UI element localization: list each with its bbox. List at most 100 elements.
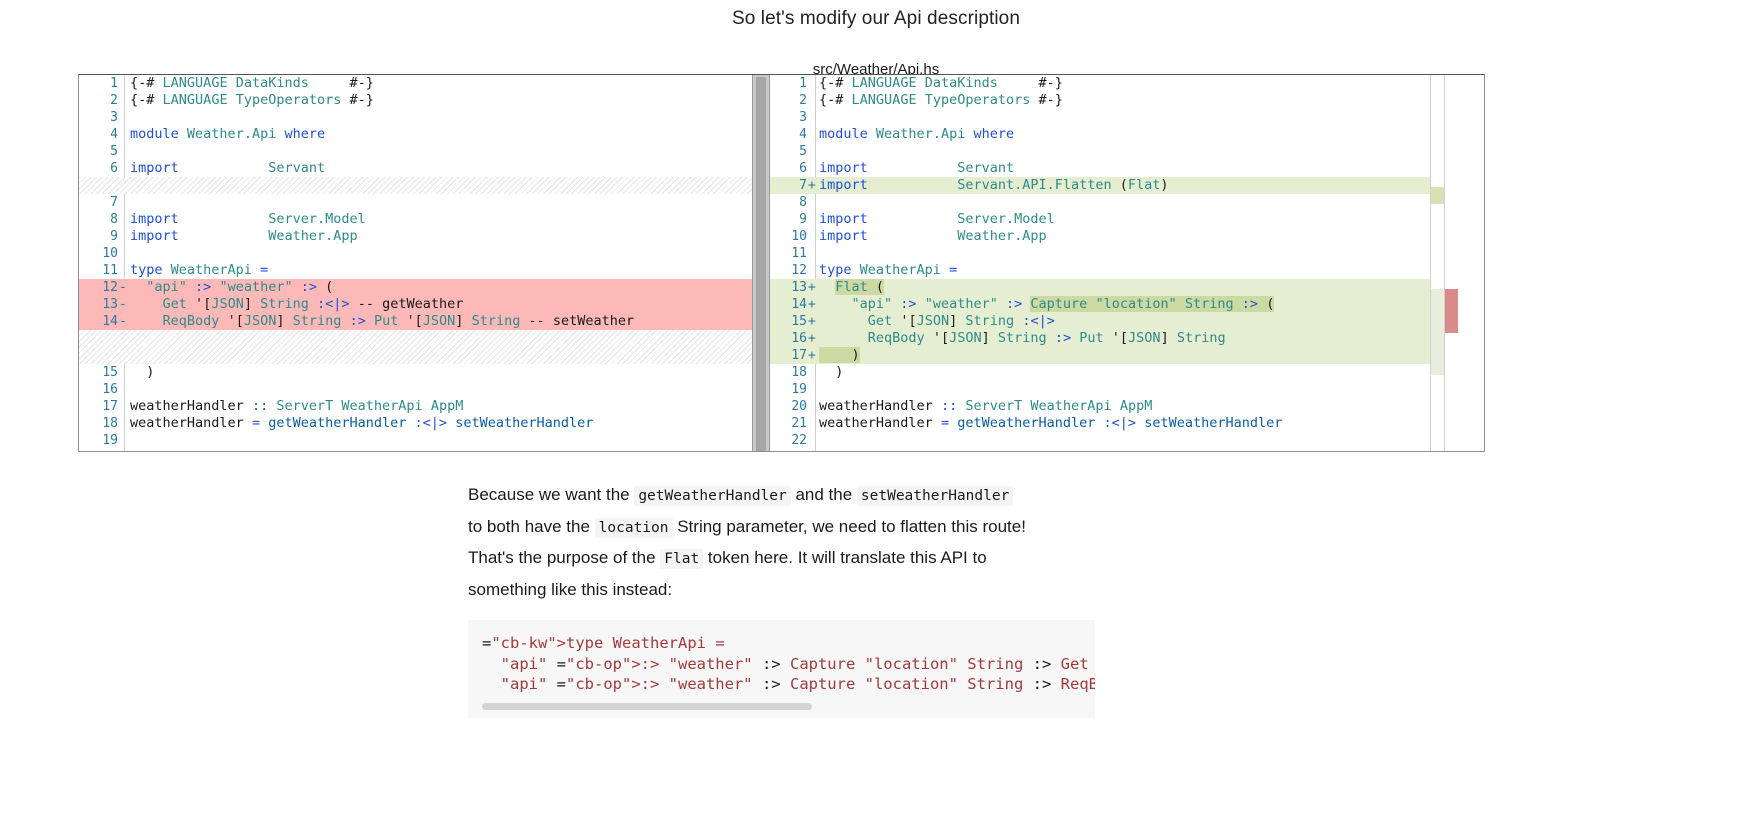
- code-lines-original[interactable]: 1 {-# LANGUAGE DataKinds #-} 2 {-# LANGUAGE…: [79, 75, 752, 449]
- code-line[interactable]: [79, 347, 752, 364]
- code-text: import Server.Model: [130, 211, 366, 227]
- code-line[interactable]: 18 ): [770, 364, 1430, 381]
- code-line[interactable]: 15 + Get '[JSON] String :<|>: [770, 313, 1430, 330]
- code-line[interactable]: 8 import Server.Model: [79, 211, 752, 228]
- diff-pane-original[interactable]: 1 {-# LANGUAGE DataKinds #-} 2 {-# LANGUAGE…: [79, 75, 752, 451]
- code-line[interactable]: 12- "api" :> "weather" :> (: [79, 279, 752, 296]
- code-text: ): [146, 364, 155, 380]
- code-line[interactable]: 8: [770, 194, 1430, 211]
- diff-sign: +: [808, 331, 816, 346]
- code-text: {-# LANGUAGE TypeOperators #-}: [130, 92, 374, 108]
- overview-ruler[interactable]: [1430, 75, 1444, 451]
- code-line[interactable]: 10 import Weather.App: [770, 228, 1430, 245]
- code-line[interactable]: 1 {-# LANGUAGE DataKinds #-}: [79, 75, 752, 92]
- code-line[interactable]: 11: [770, 245, 1430, 262]
- code-line[interactable]: 13- Get '[JSON] String :<|> -- getWeathe…: [79, 296, 752, 313]
- code-line[interactable]: 4 module Weather.Api where: [79, 126, 752, 143]
- code-line[interactable]: 20 weatherHandler :: ServerT WeatherApi A…: [770, 398, 1430, 415]
- code-text: module Weather.Api where: [819, 126, 1015, 142]
- code-line[interactable]: 17 + ): [770, 347, 1430, 364]
- code-line[interactable]: 15 ): [79, 364, 752, 381]
- code-text: import Weather.App: [819, 228, 1047, 244]
- line-number: 6: [110, 161, 118, 176]
- code-line[interactable]: 6 import Servant: [79, 160, 752, 177]
- code-text: "api" :> "weather" :> (: [146, 279, 334, 295]
- line-number: 15: [102, 365, 118, 380]
- code-line[interactable]: 7 + import Servant.API.Flatten (Flat): [770, 177, 1430, 194]
- line-number: 7: [799, 178, 807, 193]
- example-code-block[interactable]: ="cb-kw">type WeatherApi = "api" ="cb-op…: [468, 620, 1095, 718]
- code-line[interactable]: 18 weatherHandler = getWeatherHandler :<|…: [79, 415, 752, 432]
- code-line[interactable]: 9 import Server.Model: [770, 211, 1430, 228]
- code-line[interactable]: 6 import Servant: [770, 160, 1430, 177]
- page-title: So let's modify our Api description: [731, 8, 1021, 29]
- code-line[interactable]: 2 {-# LANGUAGE TypeOperators #-}: [770, 92, 1430, 109]
- prose-line2-b: String parameter, we need to flatten thi…: [672, 516, 1026, 536]
- line-number: 3: [799, 110, 807, 125]
- code-line[interactable]: 19: [770, 381, 1430, 398]
- diff-viewer[interactable]: 1 {-# LANGUAGE DataKinds #-} 2 {-# LANGUAGE…: [78, 74, 1485, 452]
- example-code-line-1: ="cb-kw">type WeatherApi =: [482, 634, 725, 652]
- splitter-thumb[interactable]: [756, 77, 766, 451]
- line-number: 3: [110, 110, 118, 125]
- code-line[interactable]: 9 import Weather.App: [79, 228, 752, 245]
- code-line[interactable]: 4 module Weather.Api where: [770, 126, 1430, 143]
- code-line[interactable]: 2 {-# LANGUAGE TypeOperators #-}: [79, 92, 752, 109]
- code-text: ): [815, 347, 860, 364]
- code-line[interactable]: 10: [79, 245, 752, 262]
- line-number: 1: [799, 76, 807, 91]
- line-number: 9: [799, 212, 807, 227]
- diff-pane-modified[interactable]: 1 {-# LANGUAGE DataKinds #-} 2 {-# LANGUAGE…: [770, 75, 1430, 451]
- line-number: 12: [102, 280, 118, 295]
- code-text: {-# LANGUAGE DataKinds #-}: [130, 75, 374, 91]
- line-number: 20: [791, 399, 807, 414]
- code-text: import Servant.API.Flatten (Flat): [819, 177, 1169, 193]
- line-number: 2: [110, 93, 118, 108]
- code-line[interactable]: 14- ReqBody '[JSON] String :> Put '[JSON…: [79, 313, 752, 330]
- code-line[interactable]: 21 weatherHandler = getWeatherHandler :<|…: [770, 415, 1430, 432]
- line-number: 10: [791, 229, 807, 244]
- code-line[interactable]: 19: [79, 432, 752, 449]
- code-line[interactable]: 3: [770, 109, 1430, 126]
- overview-ruler-secondary[interactable]: [1444, 75, 1458, 451]
- code-line[interactable]: 3: [79, 109, 752, 126]
- code-line[interactable]: 13 + Flat (: [770, 279, 1430, 296]
- line-number: 13: [791, 280, 807, 295]
- line-number: 14: [102, 314, 118, 329]
- diff-sign: +: [808, 178, 816, 193]
- line-number: 13: [102, 297, 118, 312]
- line-number: 7: [110, 195, 118, 210]
- ruler-marker-added-block: [1431, 289, 1444, 375]
- code-line[interactable]: 12 type WeatherApi =: [770, 262, 1430, 279]
- line-number: 6: [799, 161, 807, 176]
- line-number: 21: [791, 416, 807, 431]
- code-line[interactable]: 14 + "api" :> "weather" :> Capture "locat…: [770, 296, 1430, 313]
- code-text: Get '[JSON] String :<|>: [867, 313, 1055, 329]
- line-number: 8: [110, 212, 118, 227]
- code-line[interactable]: 16 + ReqBody '[JSON] String :> Put '[JSON…: [770, 330, 1430, 347]
- code-text: module Weather.Api where: [130, 126, 326, 142]
- code-text: Get '[JSON] String :<|> -- getWeather: [162, 296, 464, 312]
- diff-pane-splitter[interactable]: [752, 75, 770, 451]
- code-line[interactable]: 1 {-# LANGUAGE DataKinds #-}: [770, 75, 1430, 92]
- prose-line-1: Because we want the getWeatherHandler an…: [468, 480, 1108, 512]
- code-line[interactable]: 17 weatherHandler :: ServerT WeatherApi A…: [79, 398, 752, 415]
- prose-line1-a: Because we want the: [468, 485, 635, 504]
- code-line[interactable]: [79, 330, 752, 347]
- code-text: import Servant: [130, 160, 326, 176]
- code-line[interactable]: 11 type WeatherApi =: [79, 262, 752, 279]
- code-line[interactable]: 22: [770, 432, 1430, 449]
- line-number: 18: [791, 365, 807, 380]
- line-number: 16: [791, 331, 807, 346]
- code-text: ReqBody '[JSON] String :> Put '[JSON] St…: [867, 330, 1226, 346]
- code-line[interactable]: 7: [79, 194, 752, 211]
- code-line[interactable]: 16: [79, 381, 752, 398]
- code-lines-modified[interactable]: 1 {-# LANGUAGE DataKinds #-} 2 {-# LANGUAGE…: [770, 75, 1430, 449]
- code-line[interactable]: 5: [79, 143, 752, 160]
- line-number: 18: [102, 416, 118, 431]
- code-line[interactable]: 5: [770, 143, 1430, 160]
- code-line[interactable]: [79, 177, 752, 194]
- line-number: 15: [791, 314, 807, 329]
- code-block-horizontal-scrollbar[interactable]: [482, 703, 812, 710]
- line-number: 17: [791, 348, 807, 363]
